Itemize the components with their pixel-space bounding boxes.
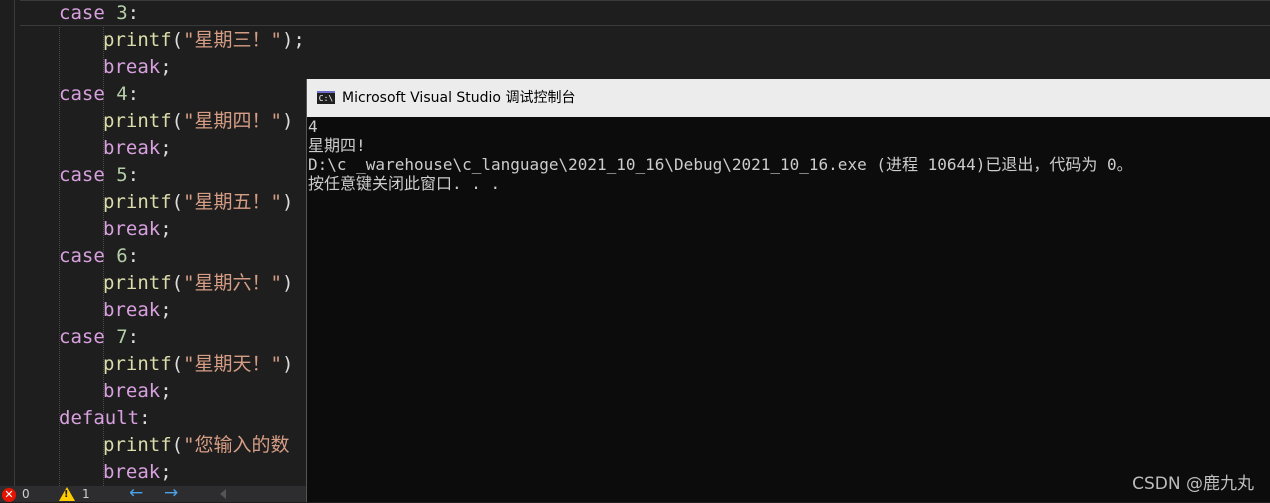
- error-icon[interactable]: ✕: [2, 488, 16, 502]
- code-line[interactable]: case 3:: [59, 0, 139, 27]
- nav-back-button[interactable]: ←: [129, 484, 143, 502]
- code-token: printf: [103, 272, 172, 294]
- code-token: ;: [160, 56, 172, 78]
- code-line[interactable]: printf("您输入的数: [103, 432, 290, 459]
- code-line[interactable]: break;: [103, 378, 172, 405]
- code-line[interactable]: default:: [59, 405, 151, 432]
- console-line: 星期四!: [308, 136, 366, 155]
- code-token: "星期四！": [183, 110, 282, 132]
- code-token: (: [171, 29, 184, 51]
- code-token: printf: [103, 191, 172, 213]
- code-token: break: [103, 299, 161, 321]
- code-token: ;: [160, 218, 172, 240]
- console-line: D:\c _warehouse\c_language\2021_10_16\De…: [308, 155, 1133, 174]
- code-token: ): [281, 191, 294, 213]
- code-line[interactable]: printf("星期四！"): [103, 108, 293, 135]
- code-line[interactable]: case 7:: [59, 324, 139, 351]
- code-token: 4: [116, 83, 128, 105]
- code-token: (: [171, 353, 184, 375]
- warning-count[interactable]: 1: [82, 486, 90, 502]
- code-line[interactable]: break;: [103, 54, 172, 81]
- code-token: (: [171, 110, 184, 132]
- code-token: printf: [103, 29, 172, 51]
- code-token: ;: [160, 380, 172, 402]
- code-token: ): [281, 353, 294, 375]
- code-token: :: [127, 2, 140, 24]
- code-token: ;: [160, 137, 172, 159]
- code-token: "星期六！": [183, 272, 282, 294]
- code-token: printf: [103, 353, 172, 375]
- code-line[interactable]: case 6:: [59, 243, 139, 270]
- csdn-watermark: CSDN @鹿九丸: [1132, 474, 1254, 494]
- code-token: :: [127, 83, 140, 105]
- error-count[interactable]: 0: [22, 486, 30, 502]
- code-token: :: [127, 326, 140, 348]
- code-line[interactable]: printf("星期六！"): [103, 270, 293, 297]
- code-token: case: [59, 83, 105, 105]
- code-token: ;: [160, 461, 172, 483]
- code-token: case: [59, 164, 105, 186]
- code-token: ;: [160, 299, 172, 321]
- warning-icon-mark: !: [64, 489, 69, 500]
- console-line: 按任意键关闭此窗口. . .: [308, 174, 501, 193]
- console-title: Microsoft Visual Studio 调试控制台: [342, 90, 576, 106]
- code-line[interactable]: printf("星期五！"): [103, 189, 293, 216]
- code-token: ): [281, 110, 294, 132]
- code-line[interactable]: case 5:: [59, 162, 139, 189]
- nav-forward-button[interactable]: →: [164, 484, 178, 502]
- console-line: 4: [308, 117, 318, 136]
- code-token: "星期五！": [183, 191, 282, 213]
- code-token: (: [171, 272, 184, 294]
- code-line[interactable]: break;: [103, 459, 172, 486]
- code-line[interactable]: case 4:: [59, 81, 139, 108]
- scroll-left-arrow-icon[interactable]: [220, 489, 226, 499]
- code-token: "星期三！": [183, 29, 282, 51]
- code-token: );: [281, 29, 305, 51]
- code-line[interactable]: break;: [103, 216, 172, 243]
- code-token: case: [59, 2, 105, 24]
- code-token: 5: [116, 164, 128, 186]
- code-token: (: [171, 434, 184, 456]
- code-token: 7: [116, 326, 128, 348]
- editor-status-bar: ✕ 0 ! 1 ← →: [0, 484, 306, 502]
- code-token: break: [103, 461, 161, 483]
- code-token: "您输入的数: [183, 434, 290, 456]
- console-app-icon: C:\: [317, 91, 335, 104]
- code-token: ): [281, 272, 294, 294]
- editor-gutter: [14, 0, 15, 486]
- code-token: case: [59, 326, 105, 348]
- code-line[interactable]: printf("星期三！");: [103, 27, 305, 54]
- code-token: 6: [116, 245, 128, 267]
- current-line-highlight: [20, 0, 1270, 26]
- code-token: break: [103, 218, 161, 240]
- code-token: :: [127, 245, 140, 267]
- code-token: printf: [103, 110, 172, 132]
- code-token: default: [59, 407, 140, 429]
- code-token: printf: [103, 434, 172, 456]
- code-token: (: [171, 191, 184, 213]
- code-token: break: [103, 137, 161, 159]
- code-token: case: [59, 245, 105, 267]
- console-output[interactable]: 4 星期四! D:\c _warehouse\c_language\2021_1…: [308, 117, 1270, 502]
- code-token: break: [103, 380, 161, 402]
- code-token: break: [103, 56, 161, 78]
- code-line[interactable]: printf("星期天！"): [103, 351, 293, 378]
- code-token: :: [139, 407, 151, 429]
- code-line[interactable]: break;: [103, 297, 172, 324]
- debug-console-window[interactable]: C:\ Microsoft Visual Studio 调试控制台 4 星期四!…: [306, 79, 1270, 502]
- code-line[interactable]: break;: [103, 135, 172, 162]
- console-titlebar[interactable]: C:\ Microsoft Visual Studio 调试控制台: [307, 79, 1270, 117]
- code-token: :: [127, 164, 140, 186]
- code-token: 3: [116, 2, 128, 24]
- code-token: "星期天！": [183, 353, 282, 375]
